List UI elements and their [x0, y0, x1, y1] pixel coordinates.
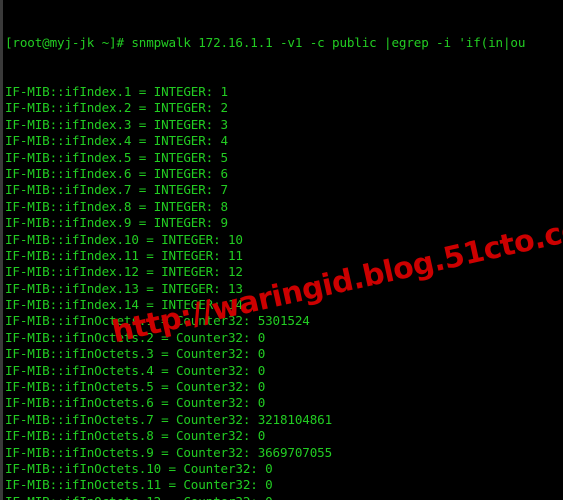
- terminal-output-line: IF-MIB::ifInOctets.3 = Counter32: 0: [5, 346, 266, 362]
- terminal-output-line: IF-MIB::ifIndex.1 = INTEGER: 1: [5, 84, 228, 100]
- terminal-output-line: IF-MIB::ifIndex.10 = INTEGER: 10: [5, 231, 243, 247]
- terminal-output-line: IF-MIB::ifIndex.14 = INTEGER: 14: [5, 297, 243, 313]
- terminal-output-line: IF-MIB::ifInOctets.12 = Counter32: 0: [5, 494, 563, 500]
- terminal-output-line: IF-MIB::ifInOctets.11 = Counter32: 0: [5, 477, 273, 493]
- terminal-output-line: IF-MIB::ifIndex.11 = INTEGER: 11: [5, 247, 243, 263]
- terminal-output-lines: IF-MIB::ifIndex.1 = INTEGER: 1 IF-MIB::if…: [5, 84, 563, 500]
- terminal-output-line: IF-MIB::ifInOctets.8 = Counter32: 0: [5, 428, 266, 444]
- terminal-output-area[interactable]: [root@myj-jk ~]# snmpwalk 172.16.1.1 -v1…: [3, 0, 563, 500]
- terminal-output-line: IF-MIB::ifInOctets.6 = Counter32: 0: [5, 395, 266, 411]
- terminal-output-line: IF-MIB::ifInOctets.10 = Counter32: 0: [5, 461, 273, 476]
- terminal-output-line: IF-MIB::ifInOctets.1 = Counter32: 530152…: [5, 313, 310, 329]
- terminal-output-line: IF-MIB::ifInOctets.9 = Counter32: 366970…: [5, 444, 333, 460]
- terminal-output-line: IF-MIB::ifIndex.6 = INTEGER: 6: [5, 165, 228, 181]
- terminal-output-line: IF-MIB::ifIndex.4 = INTEGER: 4: [5, 133, 228, 149]
- terminal-output-line: IF-MIB::ifInOctets.5 = Counter32: 0: [5, 379, 266, 395]
- terminal-output-line: IF-MIB::ifIndex.9 = INTEGER: 9: [5, 215, 228, 231]
- terminal-output-line: IF-MIB::ifInOctets.2 = Counter32: 0: [5, 329, 266, 345]
- terminal-output-line: IF-MIB::ifIndex.7 = INTEGER: 7: [5, 182, 228, 198]
- terminal-output-line: IF-MIB::ifIndex.13 = INTEGER: 13: [5, 280, 243, 296]
- terminal-output-line: IF-MIB::ifInOctets.7 = Counter32: 321810…: [5, 411, 333, 427]
- terminal-window[interactable]: [root@myj-jk ~]# snmpwalk 172.16.1.1 -v1…: [0, 0, 563, 500]
- terminal-output-line: IF-MIB::ifIndex.2 = INTEGER: 2: [5, 100, 228, 116]
- terminal-output-line: IF-MIB::ifIndex.12 = INTEGER: 12: [5, 264, 243, 280]
- terminal-output-line: IF-MIB::ifIndex.8 = INTEGER: 8: [5, 198, 228, 214]
- terminal-output-line: IF-MIB::ifIndex.5 = INTEGER: 5: [5, 149, 228, 165]
- terminal-output-line: IF-MIB::ifIndex.3 = INTEGER: 3: [5, 116, 228, 132]
- terminal-output-line: IF-MIB::ifInOctets.4 = Counter32: 0: [5, 362, 266, 378]
- terminal-prompt-line: [root@myj-jk ~]# snmpwalk 172.16.1.1 -v1…: [5, 34, 526, 50]
